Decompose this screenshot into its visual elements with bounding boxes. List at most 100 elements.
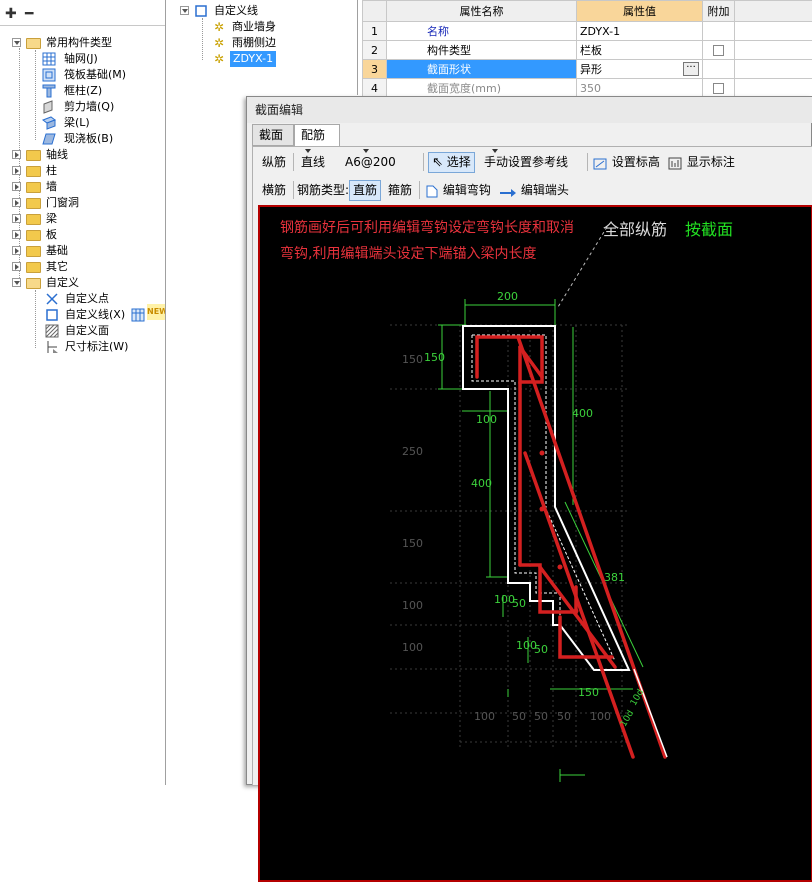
- mid-tree-item[interactable]: ✲ 雨棚侧边: [214, 35, 344, 51]
- tree-item-beam[interactable]: 梁(L): [42, 115, 162, 131]
- tree-item-custom-face[interactable]: 自定义面: [45, 323, 162, 339]
- expand-toggle-icon[interactable]: [12, 246, 21, 255]
- tab-reinforcement[interactable]: 配筋: [294, 124, 340, 147]
- tree-item-axis[interactable]: 轴线: [12, 147, 162, 163]
- edit-end-button[interactable]: 编辑端头: [499, 177, 569, 204]
- toolbar-separator: [419, 181, 420, 199]
- custom-face-icon: [45, 324, 59, 338]
- extra-checkbox[interactable]: [713, 83, 724, 94]
- prop-blank: [735, 79, 812, 98]
- tree-item-column[interactable]: 柱: [12, 163, 162, 179]
- prop-name: 名称: [387, 22, 577, 41]
- tree-item-label: 现浇板(B): [64, 131, 113, 147]
- tree-item-shear-wall[interactable]: 剪力墙(Q): [42, 99, 162, 115]
- prop-value-cell[interactable]: 异形 ···: [577, 60, 703, 79]
- section-drawing: 200 150 400 100 400 381 100 50 100 50 15…: [260, 207, 812, 882]
- gear-icon: ✲: [214, 20, 228, 34]
- collapse-toggle-icon[interactable]: [12, 38, 21, 47]
- tree-item-raft-foundation[interactable]: 筏板基础(M): [42, 67, 162, 83]
- set-elevation-button[interactable]: 设置标高: [593, 149, 660, 176]
- tree-item-slab[interactable]: 板: [12, 227, 162, 243]
- tree-item-custom[interactable]: 自定义: [12, 275, 162, 291]
- collapse-all-icon[interactable]: ━: [25, 6, 33, 22]
- show-annotation-button[interactable]: 显示标注: [668, 149, 735, 176]
- toolbar-separator: [293, 181, 294, 199]
- prop-row-selected[interactable]: 3 截面形状 异形···: [363, 60, 812, 79]
- dim-step-50b: 50: [534, 643, 548, 656]
- folder-icon: [26, 246, 41, 257]
- ellipsis-button[interactable]: ···: [683, 62, 699, 76]
- section-drawing-canvas[interactable]: 200 150 400 100 400 381 100 50 100 50 15…: [258, 205, 812, 882]
- reference-grid: [390, 325, 630, 747]
- prop-row[interactable]: 2 构件类型 栏板: [363, 41, 812, 60]
- tree-item-cast-slab[interactable]: 现浇板(B): [42, 131, 162, 147]
- collapse-toggle-icon[interactable]: [12, 278, 21, 287]
- tree-item-openings[interactable]: 门窗洞: [12, 195, 162, 211]
- elevation-icon: [593, 156, 608, 170]
- tree-item-custom-line[interactable]: 自定义线(X) NEW: [45, 307, 165, 323]
- mid-tree-item[interactable]: ✲ 商业墙身: [214, 19, 344, 35]
- expand-toggle-icon[interactable]: [12, 230, 21, 239]
- column-icon: [42, 84, 56, 98]
- mid-tree-root-label: 自定义线: [214, 3, 258, 19]
- prop-value[interactable]: 350: [577, 79, 703, 98]
- expand-toggle-icon[interactable]: [12, 262, 21, 271]
- tree-item-label: 墙: [46, 179, 57, 195]
- mid-tree-root[interactable]: 自定义线: [180, 3, 350, 19]
- mid-tree-item-selected[interactable]: ✲ ZDYX-1: [212, 51, 276, 67]
- tree-item-label: 其它: [46, 259, 68, 275]
- prop-extra: [703, 41, 735, 60]
- expand-toggle-icon[interactable]: [12, 150, 21, 159]
- tree-item-label: 基础: [46, 243, 68, 259]
- expand-toggle-icon[interactable]: [12, 198, 21, 207]
- show-annotation-label: 显示标注: [687, 155, 735, 169]
- gear-icon: ✲: [214, 36, 228, 50]
- instruction-note-line2: 弯钩,利用编辑端头设定下端锚入梁内长度: [280, 243, 536, 263]
- custom-point-icon: [45, 292, 59, 306]
- toolbar-separator: [587, 153, 588, 171]
- tree-item-label: 自定义: [46, 275, 79, 291]
- prop-extra: [703, 79, 735, 98]
- tree-guide-line: [202, 18, 203, 60]
- select-button[interactable]: ⇖ 选择: [428, 152, 475, 173]
- stirrup-button[interactable]: 箍筋: [388, 177, 412, 204]
- tree-item-grid[interactable]: 轴网(J): [42, 51, 162, 67]
- tree-item-label: 板: [46, 227, 57, 243]
- tree-item-frame-column[interactable]: 框柱(Z): [42, 83, 162, 99]
- tree-item-other[interactable]: 其它: [12, 259, 162, 275]
- prop-row[interactable]: 4 截面宽度(mm) 350: [363, 79, 812, 98]
- grid-label-bottom-50b: 50: [534, 710, 548, 723]
- prop-row[interactable]: 1 名称 ZDYX-1: [363, 22, 812, 41]
- prop-value[interactable]: 栏板: [577, 41, 703, 60]
- straight-rebar-button[interactable]: 直筋: [349, 180, 381, 201]
- prop-value: 异形: [580, 63, 602, 76]
- longitudinal-button[interactable]: 纵筋: [262, 149, 286, 176]
- table-icon[interactable]: [131, 308, 145, 322]
- mid-tree-item-label: ZDYX-1: [230, 51, 276, 67]
- expand-toggle-icon[interactable]: [12, 182, 21, 191]
- tree-item-label: 尺寸标注(W): [65, 339, 128, 355]
- dimension-icon: [45, 340, 59, 354]
- edit-hook-button[interactable]: 编辑弯钩: [425, 177, 491, 204]
- all-longitudinal-link[interactable]: 全部纵筋: [603, 216, 667, 240]
- tab-section[interactable]: 截面: [252, 124, 294, 146]
- tree-item-beam-folder[interactable]: 梁: [12, 211, 162, 227]
- expand-toggle-icon[interactable]: [12, 166, 21, 175]
- folder-icon: [26, 182, 41, 193]
- tree-item-wall[interactable]: 墙: [12, 179, 162, 195]
- tree-item-label: 常用构件类型: [46, 35, 112, 51]
- expand-toggle-icon[interactable]: [12, 214, 21, 223]
- collapse-toggle-icon[interactable]: [180, 6, 189, 15]
- tree-item-common-types[interactable]: 常用构件类型: [12, 35, 162, 51]
- by-section-link[interactable]: 按截面: [685, 216, 733, 240]
- tree-item-foundation[interactable]: 基础: [12, 243, 162, 259]
- tree-item-custom-point[interactable]: 自定义点: [45, 291, 162, 307]
- custom-line-icon: [45, 308, 59, 322]
- tree-item-dimension[interactable]: 尺寸标注(W): [45, 339, 162, 355]
- transverse-button[interactable]: 横筋: [262, 177, 286, 204]
- prop-header-index: [363, 1, 387, 22]
- tree-item-label: 自定义面: [65, 323, 109, 339]
- expand-all-icon[interactable]: ✚: [5, 6, 17, 22]
- extra-checkbox[interactable]: [713, 45, 724, 56]
- prop-value[interactable]: ZDYX-1: [577, 22, 703, 41]
